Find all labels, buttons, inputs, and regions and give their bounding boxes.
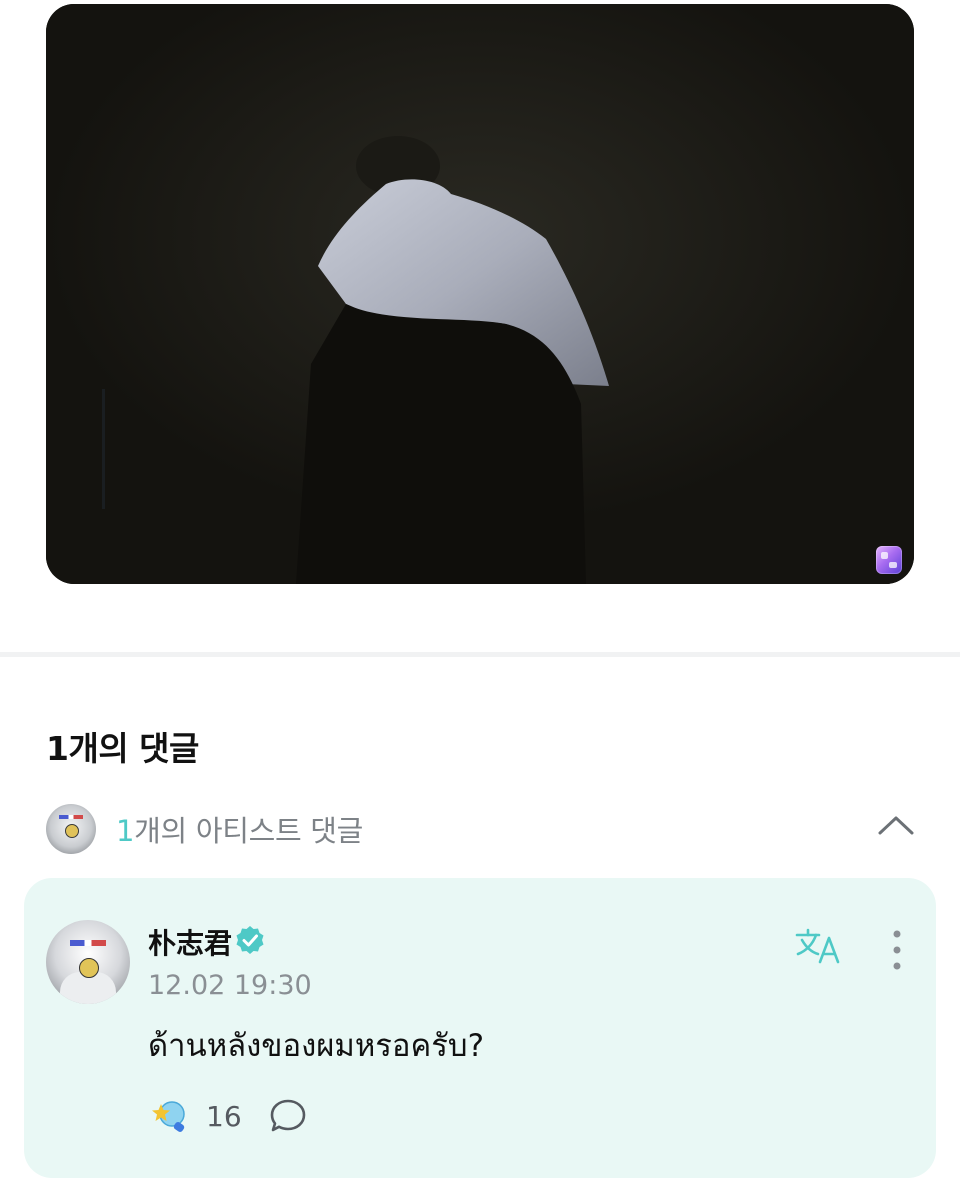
reaction-count: 16	[206, 1100, 242, 1133]
app-watermark-icon	[876, 546, 902, 574]
more-vertical-icon[interactable]	[882, 928, 912, 972]
avatar[interactable]	[46, 920, 130, 1004]
comment-text: ด้านหลังของผมหรอครับ?	[148, 1028, 485, 1064]
translate-icon[interactable]	[794, 926, 844, 966]
star-lightstick-icon[interactable]	[150, 1096, 190, 1136]
verified-badge-icon	[236, 926, 264, 954]
artist-comment-count: 1	[116, 814, 135, 848]
chevron-up-icon[interactable]	[876, 806, 916, 846]
post-photo[interactable]	[46, 4, 914, 584]
comments-heading: 1개의 댓글	[46, 729, 199, 768]
artist-comment-text: 개의 아티스트 댓글	[134, 814, 364, 848]
dark-jacket	[296, 304, 586, 584]
artist-comment-card: 朴志君 12.02 19:30 ด้านหลังของผมหรอครับ? 16	[24, 878, 936, 1178]
artist-avatar-small	[46, 804, 96, 854]
comment-author[interactable]: 朴志君	[148, 922, 232, 962]
speech-bubble-icon[interactable]	[268, 1096, 308, 1136]
artist-comments-toggle[interactable]: 1개의 아티스트 댓글	[46, 800, 916, 854]
photo-scene	[46, 4, 914, 584]
artist-comments-label: 1개의 아티스트 댓글	[116, 808, 363, 850]
comment-timestamp: 12.02 19:30	[148, 970, 312, 1001]
section-divider	[0, 652, 960, 657]
